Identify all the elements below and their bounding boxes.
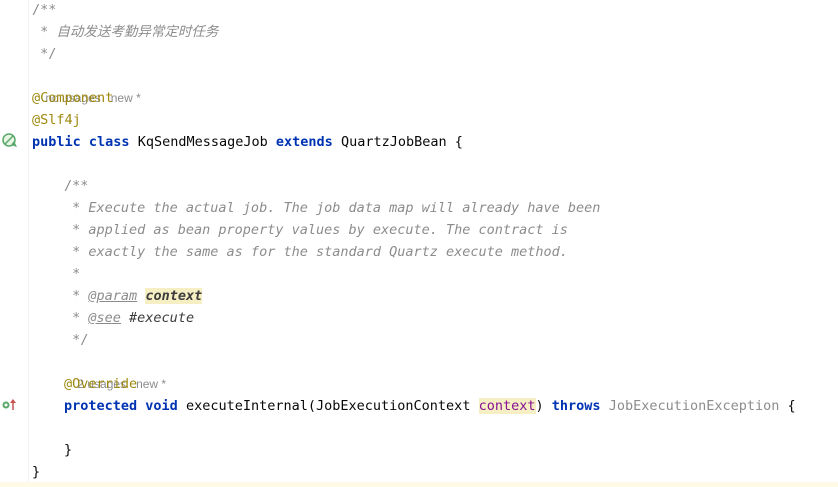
component-annotation: @Component (32, 90, 114, 106)
comment-text: * 自动发送考勤异常定时任务 (32, 24, 219, 40)
keyword-void: void (145, 398, 178, 414)
method-author-hint[interactable]: new * (136, 377, 166, 391)
javadoc-param-name[interactable]: context (145, 288, 203, 304)
javadoc-line-2: * applied as bean property values by exe… (64, 222, 568, 238)
javadoc-see-line: * @see #execute (64, 307, 194, 329)
class-declaration: public class KqSendMessageJob extends Qu… (32, 131, 463, 153)
class-author-hint[interactable]: new * (111, 91, 141, 105)
method-open-brace: { (787, 398, 796, 414)
class-gutter-icon[interactable] (1, 132, 19, 150)
current-line-strip (0, 482, 838, 487)
class-open-brace: { (454, 134, 463, 150)
param-type[interactable]: JobExecutionContext (316, 398, 470, 414)
keyword-extends: extends (275, 134, 333, 150)
javadoc-line-1: * Execute the actual job. The job data m… (64, 200, 601, 216)
method-paren-close: ) (535, 398, 544, 414)
fold-guide (28, 0, 29, 487)
override-method-icon[interactable] (1, 398, 17, 412)
method-inlay-hint[interactable]: 2 usages new * (64, 351, 166, 391)
javadoc-open: /** (64, 178, 89, 194)
param-name[interactable]: context (478, 398, 536, 414)
override-annotation: @Override (64, 376, 138, 392)
editor-gutter (0, 0, 26, 487)
javadoc-param-line: * @param context (64, 285, 203, 307)
keyword-class: class (88, 134, 130, 150)
comment-open: /** (32, 2, 57, 18)
slf4j-annotation: @Slf4j (32, 112, 81, 128)
javadoc-see-ref[interactable]: #execute (129, 310, 194, 326)
method-declaration: protected void executeInternal(JobExecut… (64, 395, 796, 417)
class-name[interactable]: KqSendMessageJob (138, 134, 268, 150)
javadoc-see-prefix: * (64, 310, 89, 326)
comment-close: */ (32, 46, 57, 62)
method-close-brace: } (64, 442, 73, 458)
javadoc-blank: * (64, 266, 81, 282)
javadoc-close: */ (64, 332, 89, 348)
method-paren-open: ( (307, 398, 317, 414)
javadoc-param-prefix: * (64, 288, 89, 304)
superclass-name[interactable]: QuartzJobBean (341, 134, 447, 150)
class-close-brace: } (32, 464, 41, 480)
class-inlay-hint[interactable]: no usages new * (32, 65, 140, 105)
exception-type[interactable]: JobExecutionException (609, 398, 780, 414)
keyword-protected: protected (64, 398, 138, 414)
keyword-public: public (32, 134, 81, 150)
javadoc-see-tag[interactable]: @see (88, 310, 121, 326)
keyword-throws: throws (551, 398, 601, 414)
javadoc-param-tag[interactable]: @param (88, 288, 137, 304)
javadoc-line-3: * exactly the same as for the standard Q… (64, 244, 568, 260)
method-name[interactable]: executeInternal (186, 398, 308, 414)
